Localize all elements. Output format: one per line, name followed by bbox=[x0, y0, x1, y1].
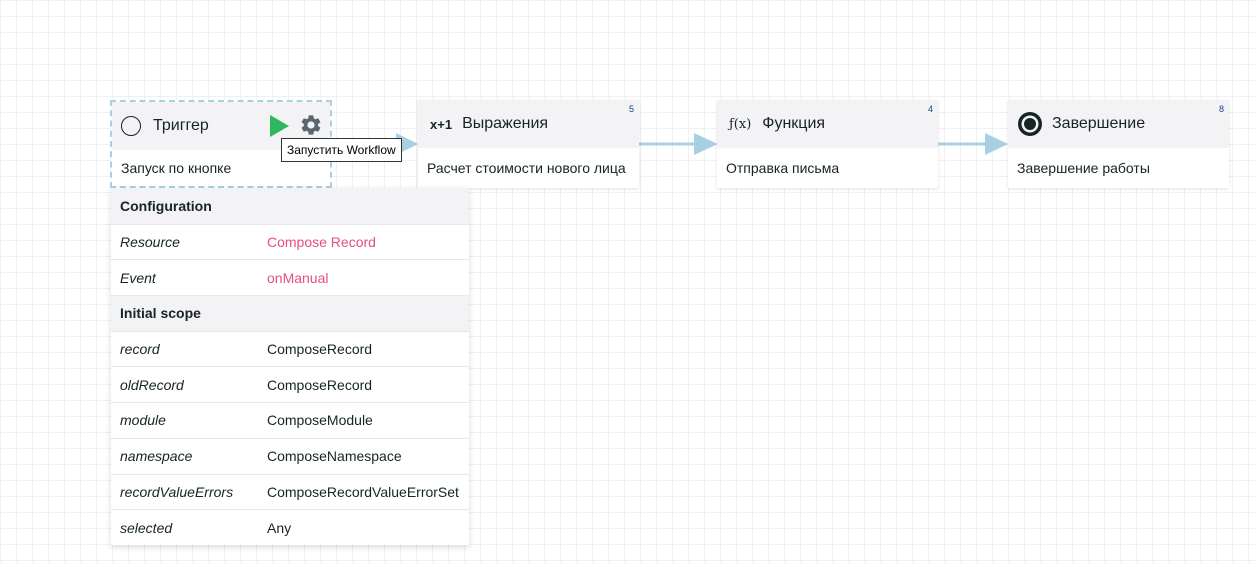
completion-node-description-text: Завершение работы bbox=[1017, 160, 1150, 176]
scope-row-selected: selected Any bbox=[111, 509, 469, 545]
scope-value: ComposeRecord bbox=[267, 376, 373, 393]
scope-row-namespace: namespace ComposeNamespace bbox=[111, 437, 469, 474]
scope-row-record: record ComposeRecord bbox=[111, 330, 469, 367]
expression-node[interactable]: x+1 Выражения 5 Расчет стоимости нового … bbox=[418, 100, 639, 188]
function-node-description: Отправка письма bbox=[717, 148, 938, 188]
gear-icon[interactable] bbox=[299, 113, 323, 137]
config-key: Resource bbox=[120, 234, 180, 251]
arrow-expression-to-function bbox=[639, 133, 718, 155]
run-workflow-tooltip: Запустить Workflow bbox=[281, 138, 402, 162]
scope-key: namespace bbox=[120, 448, 193, 465]
initial-scope-heading: Initial scope bbox=[111, 295, 469, 331]
trigger-node-title: Триггер bbox=[153, 117, 209, 134]
scope-row-record-value-errors: recordValueErrors ComposeRecordValueErro… bbox=[111, 473, 469, 510]
scope-row-module: module ComposeModule bbox=[111, 402, 469, 438]
function-node-header[interactable]: ƒ(x) Функция 4 bbox=[717, 100, 938, 148]
config-row-resource: Resource Compose Record bbox=[111, 223, 469, 260]
scope-key: module bbox=[120, 412, 166, 429]
expression-node-description: Расчет стоимости нового лица bbox=[418, 148, 639, 188]
play-icon[interactable] bbox=[267, 114, 291, 138]
scope-key: selected bbox=[120, 519, 173, 536]
scope-value: ComposeRecordValueErrorSet bbox=[267, 483, 459, 500]
function-node-title: Функция bbox=[762, 115, 826, 132]
completion-node-description: Завершение работы bbox=[1008, 148, 1229, 188]
scope-row-old-record: oldRecord ComposeRecord bbox=[111, 366, 469, 402]
config-value: Compose Record bbox=[267, 234, 376, 251]
scope-value: ComposeModule bbox=[267, 412, 373, 429]
function-node-badge: 4 bbox=[927, 104, 933, 114]
scope-value: ComposeNamespace bbox=[267, 448, 402, 465]
function-icon: ƒ(x) bbox=[729, 116, 752, 132]
stop-circle-icon bbox=[1017, 111, 1043, 137]
scope-value: ComposeRecord bbox=[267, 341, 373, 358]
scope-value: Any bbox=[267, 519, 292, 536]
expression-icon: x+1 bbox=[430, 116, 453, 132]
function-node-description-text: Отправка письма bbox=[726, 160, 840, 176]
function-node[interactable]: ƒ(x) Функция 4 Отправка письма bbox=[717, 100, 938, 188]
scope-key: oldRecord bbox=[120, 376, 184, 393]
config-row-event: Event onManual bbox=[111, 259, 469, 295]
completion-node[interactable]: Завершение 8 Завершение работы bbox=[1008, 100, 1229, 188]
expression-node-badge: 5 bbox=[628, 104, 634, 114]
expression-node-description-text: Расчет стоимости нового лица bbox=[427, 160, 626, 176]
trigger-config-panel: Configuration Resource Compose Record Ev… bbox=[111, 188, 469, 545]
expression-node-title: Выражения bbox=[462, 115, 549, 132]
configuration-heading: Configuration bbox=[111, 188, 469, 224]
circle-outline-icon bbox=[121, 116, 141, 136]
expression-node-header[interactable]: x+1 Выражения 5 bbox=[418, 100, 639, 148]
scope-key: recordValueErrors bbox=[120, 483, 234, 500]
arrow-function-to-completion bbox=[938, 133, 1008, 155]
config-key: Event bbox=[120, 269, 156, 286]
config-value: onManual bbox=[267, 269, 329, 286]
scope-key: record bbox=[120, 341, 160, 358]
trigger-node-description-text: Запуск по кнопке bbox=[121, 160, 232, 176]
completion-node-header[interactable]: Завершение 8 bbox=[1008, 100, 1229, 148]
completion-node-title: Завершение bbox=[1052, 115, 1146, 132]
completion-node-badge: 8 bbox=[1218, 104, 1224, 114]
